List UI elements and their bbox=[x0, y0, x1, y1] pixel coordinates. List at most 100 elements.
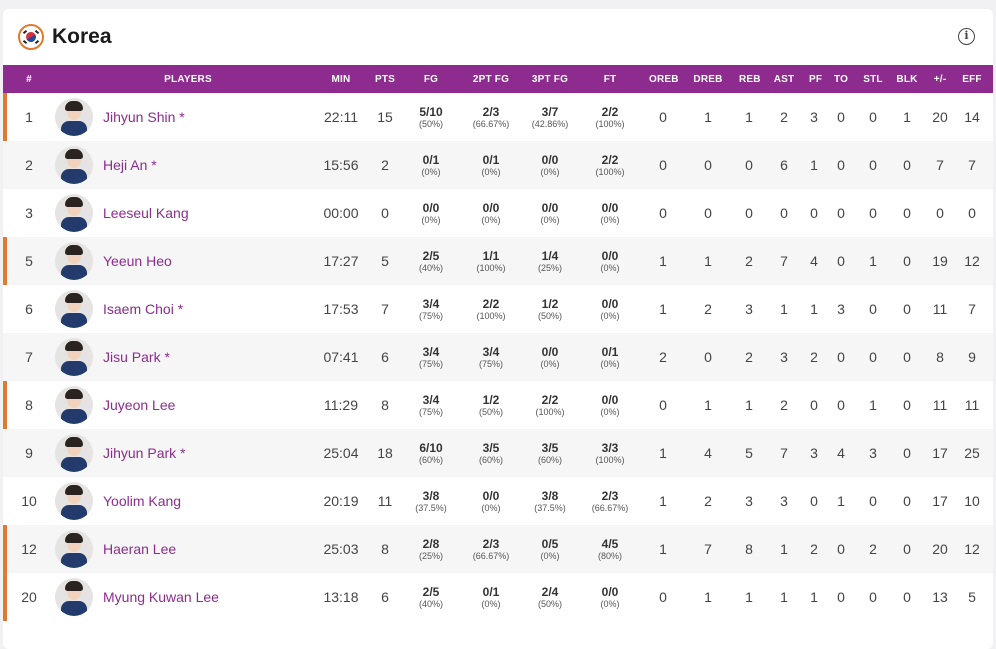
player-name-link[interactable]: Yoolim Kang bbox=[103, 493, 181, 509]
made-attempted: 0/0 bbox=[601, 296, 619, 311]
player-avatar bbox=[55, 98, 93, 136]
player-name-link[interactable]: Jihyun Park * bbox=[103, 445, 185, 461]
made-attempted: 0/0 bbox=[422, 200, 440, 215]
column-header[interactable]: TO bbox=[819, 65, 863, 93]
stat-eff: 0 bbox=[968, 205, 976, 221]
stat-pm: 17 bbox=[932, 445, 948, 461]
made-attempted: 3/4 bbox=[422, 296, 440, 311]
column-header[interactable]: FT bbox=[571, 65, 649, 93]
stat-min: 17:53 bbox=[323, 301, 359, 317]
stat-oreb: 0 bbox=[659, 157, 667, 173]
stat-fg: 0/0 (0%) bbox=[409, 189, 453, 237]
stat-pm: 13 bbox=[932, 589, 948, 605]
stat-dreb: 1 bbox=[704, 253, 712, 269]
stat-ft: 0/0 (0%) bbox=[571, 381, 649, 429]
percentage: (50%) bbox=[478, 406, 503, 417]
made-attempted: 4/5 bbox=[601, 536, 619, 551]
column-header[interactable]: EFF bbox=[949, 65, 993, 93]
stat-stl: 0 bbox=[869, 109, 877, 125]
stat-blk: 0 bbox=[903, 493, 911, 509]
column-header[interactable]: # bbox=[3, 65, 55, 93]
stat-min: 25:04 bbox=[323, 445, 359, 461]
stat-blk: 0 bbox=[903, 253, 911, 269]
stat-pm: 20 bbox=[932, 541, 948, 557]
percentage: (66.67%) bbox=[591, 502, 629, 513]
table-row[interactable]: 8 Juyeon Lee 11:29 8 3/4 (75%) 1/2 (50%) 2/2 (100… bbox=[3, 381, 993, 429]
stat-fg2: 0/0 (0%) bbox=[453, 477, 529, 525]
column-header[interactable]: PF bbox=[809, 65, 822, 93]
percentage: (75%) bbox=[418, 310, 443, 321]
table-row[interactable]: 3 Leeseul Kang 00:00 0 0/0 (0%) 0/0 (0%) 0/0 (0%)… bbox=[3, 189, 993, 237]
made-attempted: 1/4 bbox=[541, 248, 559, 263]
jersey-number-text: 9 bbox=[25, 445, 33, 461]
stat-pts: 8 bbox=[381, 397, 389, 413]
percentage: (0%) bbox=[421, 214, 441, 225]
player-cell: Juyeon Lee bbox=[55, 381, 321, 429]
player-name-link[interactable]: Jisu Park * bbox=[103, 349, 170, 365]
jersey-number: 10 bbox=[3, 477, 55, 525]
column-header[interactable]: FG bbox=[409, 65, 453, 93]
column-header[interactable]: AST bbox=[759, 65, 809, 93]
percentage: (0%) bbox=[481, 502, 501, 513]
table-row[interactable]: 10 Yoolim Kang 20:19 11 3/8 (37.5%) 0/0 (0%) 3/8… bbox=[3, 477, 993, 525]
percentage: (60%) bbox=[478, 454, 503, 465]
percentage: (80%) bbox=[597, 550, 622, 561]
column-header[interactable]: PTS bbox=[361, 65, 409, 93]
stat-eff: 12 bbox=[964, 253, 980, 269]
stat-pm: 11 bbox=[932, 301, 948, 317]
stat-ast: 7 bbox=[780, 445, 788, 461]
stat-to: 0 bbox=[837, 397, 845, 413]
table-row[interactable]: 12 Haeran Lee 25:03 8 2/8 (25%) 2/3 (66.67%) 0/5… bbox=[3, 525, 993, 573]
stat-oreb: 0 bbox=[659, 397, 667, 413]
column-header[interactable]: +/- bbox=[931, 65, 949, 93]
column-header[interactable]: MIN bbox=[321, 65, 361, 93]
player-name-link[interactable]: Heji An * bbox=[103, 157, 157, 173]
info-icon[interactable]: i bbox=[958, 28, 975, 45]
player-name-link[interactable]: Leeseul Kang bbox=[103, 205, 189, 221]
stat-to: 0 bbox=[837, 541, 845, 557]
made-attempted: 3/4 bbox=[482, 344, 500, 359]
player-name-link[interactable]: Haeran Lee bbox=[103, 541, 176, 557]
column-header[interactable]: PLAYERS bbox=[55, 65, 321, 93]
percentage: (75%) bbox=[478, 358, 503, 369]
table-row[interactable]: 5 Yeeun Heo 17:27 5 2/5 (40%) 1/1 (100%) 1/4 (25%… bbox=[3, 237, 993, 285]
player-name-link[interactable]: Yeeun Heo bbox=[103, 253, 172, 269]
stat-eff: 5 bbox=[968, 589, 976, 605]
column-header[interactable]: OREB bbox=[649, 65, 679, 93]
player-name-link[interactable]: Jihyun Shin * bbox=[103, 109, 185, 125]
table-row[interactable]: 7 Jisu Park * 07:41 6 3/4 (75%) 3/4 (75%) 0/0 (0%… bbox=[3, 333, 993, 381]
stat-min: 11:29 bbox=[324, 397, 358, 413]
column-header[interactable]: STL bbox=[863, 65, 883, 93]
made-attempted: 0/0 bbox=[601, 392, 619, 407]
player-name-link[interactable]: Myung Kuwan Lee bbox=[103, 589, 219, 605]
stat-fg3: 2/4 (50%) bbox=[529, 573, 571, 621]
stat-fg: 5/10 (50%) bbox=[409, 93, 453, 141]
table-row[interactable]: 20 Myung Kuwan Lee 13:18 6 2/5 (40%) 0/1 (0%) 2/… bbox=[3, 573, 993, 621]
column-header[interactable]: 3PT FG bbox=[529, 65, 571, 93]
stat-min: 20:19 bbox=[323, 493, 359, 509]
percentage: (100%) bbox=[595, 166, 625, 177]
stat-reb: 2 bbox=[745, 349, 753, 365]
column-header[interactable]: BLK bbox=[883, 65, 931, 93]
percentage: (100%) bbox=[476, 262, 506, 273]
boxscore-table: # PLAYERS MIN PTS FG 2PT FG 3PT FG FT OREB DREB RE… bbox=[3, 65, 993, 621]
player-name-link[interactable]: Isaem Choi * bbox=[103, 301, 183, 317]
stat-to: 0 bbox=[837, 253, 845, 269]
table-row[interactable]: 2 Heji An * 15:56 2 0/1 (0%) 0/1 (0%) 0/0 (0%) 2/2… bbox=[3, 141, 993, 189]
table-row[interactable]: 9 Jihyun Park * 25:04 18 6/10 (60%) 3/5 (60%) 3/… bbox=[3, 429, 993, 477]
stat-fg2: 2/3 (66.67%) bbox=[453, 93, 529, 141]
stat-pts: 11 bbox=[377, 493, 393, 509]
stat-pm: 7 bbox=[936, 157, 944, 173]
jersey-number: 8 bbox=[3, 381, 55, 429]
stat-pm: 19 bbox=[932, 253, 948, 269]
stat-pts: 5 bbox=[381, 253, 389, 269]
table-row[interactable]: 6 Isaem Choi * 17:53 7 3/4 (75%) 2/2 (100%) 1/2(… bbox=[3, 285, 993, 333]
column-header[interactable]: REB bbox=[739, 65, 761, 93]
table-row[interactable]: 1 Jihyun Shin * 22:11 15 5/10 (50%) 2/3 (66.67%… bbox=[3, 93, 993, 141]
column-header[interactable]: DREB bbox=[677, 65, 739, 93]
percentage: (42.86%) bbox=[531, 118, 569, 129]
stat-blk: 0 bbox=[903, 541, 911, 557]
stat-fg: 2/5 (40%) bbox=[409, 237, 453, 285]
player-name-link[interactable]: Juyeon Lee bbox=[103, 397, 175, 413]
column-header[interactable]: 2PT FG bbox=[453, 65, 529, 93]
